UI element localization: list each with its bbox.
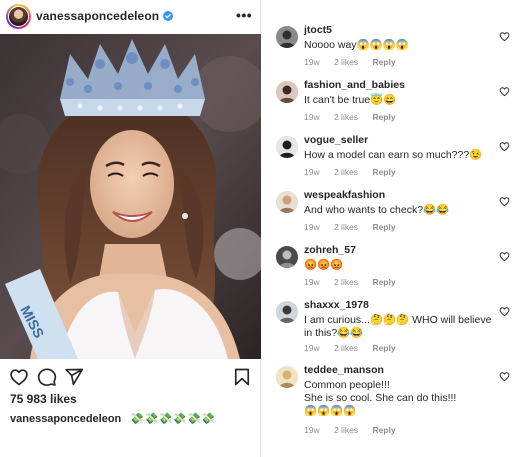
comment-likes[interactable]: 2 likes	[334, 112, 358, 122]
comment-text: And who wants to check?😂😂	[304, 204, 450, 216]
comment-likes[interactable]: 2 likes	[334, 57, 358, 67]
comment-likes[interactable]: 2 likes	[334, 222, 358, 232]
reply-button[interactable]: Reply	[372, 425, 395, 435]
author-username: vanessaponcedeleon	[36, 9, 160, 23]
comment-age: 19w	[304, 222, 320, 232]
comment-username[interactable]: zohreh_57	[304, 244, 356, 256]
commenter-avatar[interactable]	[276, 301, 298, 323]
comment-username[interactable]: fashion_and_babies	[304, 79, 405, 91]
reply-button[interactable]: Reply	[372, 167, 395, 177]
comment-meta: 19w 2 likes Reply	[304, 112, 408, 122]
comment-meta: 19w 2 likes Reply	[304, 277, 408, 287]
commenter-avatar[interactable]	[276, 81, 298, 103]
reply-button[interactable]: Reply	[372, 112, 395, 122]
comment-meta: 19w 2 likes Reply	[304, 167, 408, 177]
commenter-avatar[interactable]	[276, 246, 298, 268]
comment-likes[interactable]: 2 likes	[334, 425, 358, 435]
caption-username[interactable]: vanessaponcedeleon	[10, 413, 121, 425]
comment-likes[interactable]: 2 likes	[334, 277, 358, 287]
comment-text: Common people!!! She is so cool. She can…	[304, 379, 502, 418]
comment-meta: 19w 2 likes Reply	[304, 57, 408, 67]
comment-text: I am curious...🤔🤔🤔 WHO will believe in t…	[304, 314, 492, 339]
small-heart-icon[interactable]	[499, 196, 510, 207]
post-photo-illustration: MISS	[0, 34, 261, 359]
comments-panel: jtoct5 Noooo way😱😱😱😱 19w 2 likes Reply f…	[262, 0, 522, 457]
commenter-avatar[interactable]	[276, 366, 298, 388]
comment-age: 19w	[304, 425, 320, 435]
comment-likes[interactable]: 2 likes	[334, 343, 358, 353]
comment-age: 19w	[304, 112, 320, 122]
comment-age: 19w	[304, 57, 320, 67]
verified-badge-icon	[163, 11, 174, 21]
comment-bubble-icon[interactable]	[37, 367, 57, 387]
comment-meta: 19w 2 likes Reply	[304, 425, 408, 435]
comment-meta: 19w 2 likes Reply	[304, 222, 408, 232]
bookmark-icon[interactable]	[232, 367, 252, 387]
author-avatar-image	[8, 6, 29, 27]
reply-button[interactable]: Reply	[372, 57, 395, 67]
comment-username[interactable]: shaxxx_1978	[304, 299, 369, 311]
likes-count[interactable]: 75 983 likes	[10, 392, 77, 406]
commenter-avatar[interactable]	[276, 26, 298, 48]
comment-username[interactable]: vogue_seller	[304, 134, 368, 146]
comment-text-line: 😱😱😱😱	[304, 405, 357, 417]
comment-text: It can't be true😇😄	[304, 94, 397, 106]
small-heart-icon[interactable]	[499, 86, 510, 97]
comment-username[interactable]: jtoct5	[304, 24, 332, 36]
post-actions-bar	[0, 362, 261, 390]
comment-age: 19w	[304, 277, 320, 287]
comment-text-line: She is so cool. She can do this!!!	[304, 392, 457, 404]
small-heart-icon[interactable]	[499, 31, 510, 42]
comment-text: 😡😡😡	[304, 259, 344, 271]
author-avatar[interactable]	[6, 4, 31, 29]
comment-text-line: Common people!!!	[304, 379, 390, 391]
comment-username[interactable]: teddee_manson	[304, 364, 384, 376]
post-photo[interactable]: MISS	[0, 34, 261, 359]
reply-button[interactable]: Reply	[372, 222, 395, 232]
reply-button[interactable]: Reply	[372, 277, 395, 287]
more-options-icon[interactable]: •••	[236, 8, 252, 22]
comment-text: How a model can earn so much???😉	[304, 149, 483, 161]
small-heart-icon[interactable]	[499, 371, 510, 382]
comment-text: Noooo way😱😱😱😱	[304, 39, 409, 51]
caption-text: 💸💸💸💸💸💸	[130, 413, 216, 425]
post-header: vanessaponcedeleon •••	[0, 0, 261, 33]
comment-age: 19w	[304, 343, 320, 353]
commenter-avatar[interactable]	[276, 191, 298, 213]
small-heart-icon[interactable]	[499, 306, 510, 317]
reply-button[interactable]: Reply	[372, 343, 395, 353]
paper-plane-share-icon[interactable]	[64, 367, 84, 387]
small-heart-icon[interactable]	[499, 251, 510, 262]
comment-username[interactable]: wespeakfashion	[304, 189, 385, 201]
comment-meta: 19w 2 likes Reply	[304, 343, 408, 353]
small-heart-icon[interactable]	[499, 141, 510, 152]
post-panel: vanessaponcedeleon ••• MISS 75 983 likes…	[0, 0, 261, 457]
post-caption: vanessaponcedeleon 💸💸💸💸💸💸	[10, 412, 216, 425]
commenter-avatar[interactable]	[276, 136, 298, 158]
comment-likes[interactable]: 2 likes	[334, 167, 358, 177]
author-username-link[interactable]: vanessaponcedeleon	[36, 9, 174, 23]
instagram-post-view: vanessaponcedeleon ••• MISS 75 983 likes…	[0, 0, 522, 457]
heart-outline-icon[interactable]	[9, 367, 29, 387]
comment-age: 19w	[304, 167, 320, 177]
